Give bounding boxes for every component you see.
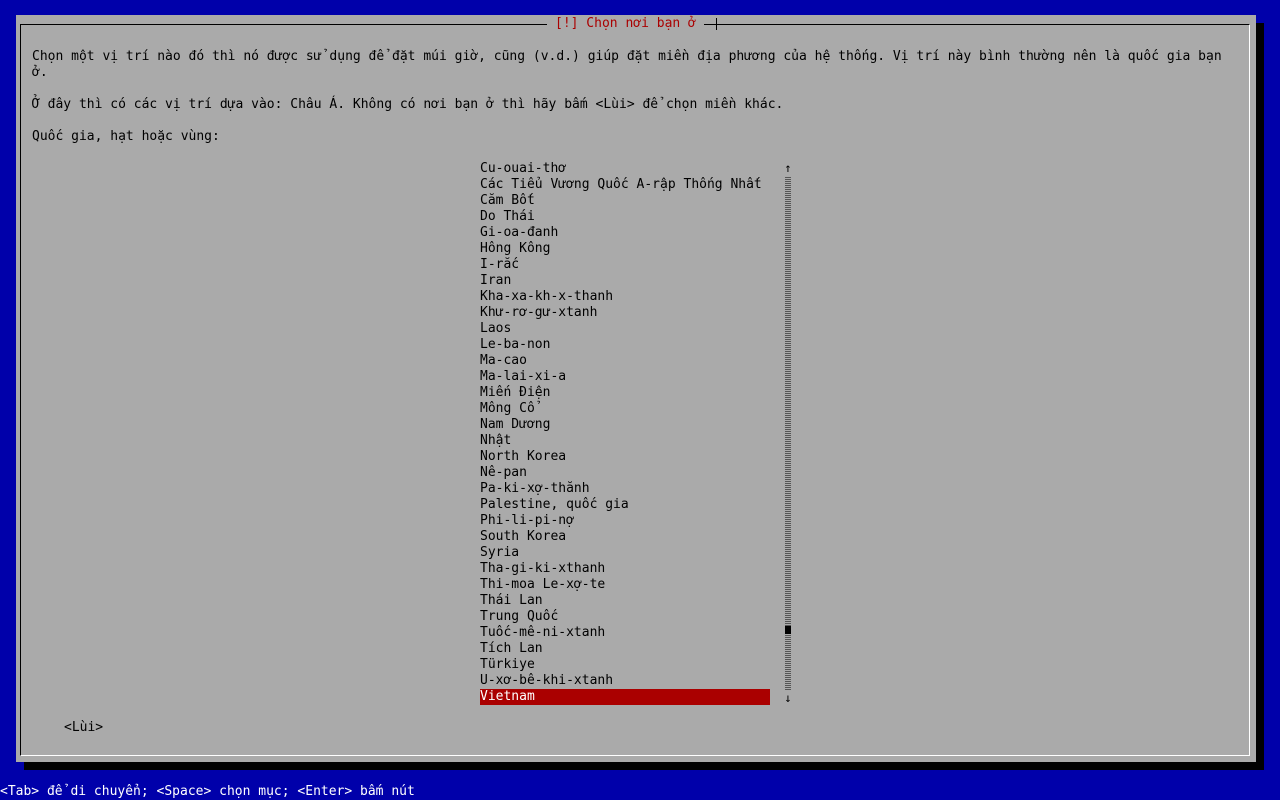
scroll-thumb[interactable] [785,626,791,635]
scroll-track[interactable] [785,176,791,690]
country-item[interactable]: Mông Cổ [480,401,770,417]
dialog-description: Chọn một vị trí nào đó thì nó được sử dụ… [32,49,1230,80]
country-item[interactable]: I-rắc [480,257,770,273]
country-item[interactable]: Gi-oa-đanh [480,225,770,241]
country-prompt: Quốc gia, hạt hoặc vùng: [32,129,220,144]
country-item[interactable]: Vietnam [480,689,770,705]
country-item[interactable]: Phi-li-pi-nợ [480,513,770,529]
country-item[interactable]: Thi-moa Le-xợ-te [480,577,770,593]
installer-screen: [!] Chọn nơi bạn ở Chọn một vị trí nào đ… [0,0,1280,800]
country-item[interactable]: Iran [480,273,770,289]
country-item[interactable]: Khư-rơ-gư-xtanh [480,305,770,321]
country-item[interactable]: Nam Dương [480,417,770,433]
country-item[interactable]: Miến Điện [480,385,770,401]
dialog-info: Ở đây thì có các vị trí dựa vào: Châu Á.… [32,97,784,112]
country-item[interactable]: Tha-gi-ki-xthanh [480,561,770,577]
country-item[interactable]: Pa-ki-xợ-thănh [480,481,770,497]
country-item[interactable]: U-xơ-bê-khi-xtanh [480,673,770,689]
country-item[interactable]: Tuốc-mê-ni-xtanh [480,625,770,641]
country-item[interactable]: Thái Lan [480,593,770,609]
country-item[interactable]: Palestine, quốc gia [480,497,770,513]
keyboard-help-footer: <Tab> để di chuyển; <Space> chọn mục; <E… [0,784,415,799]
country-item[interactable]: North Korea [480,449,770,465]
up-arrow-icon[interactable]: ↑ [784,161,792,175]
country-item[interactable]: Ma-cao [480,353,770,369]
country-item[interactable]: South Korea [480,529,770,545]
country-scrollbar[interactable]: ↑ ↓ [784,161,792,705]
country-item[interactable]: Le-ba-non [480,337,770,353]
country-item[interactable]: Tích Lan [480,641,770,657]
country-item[interactable]: Laos [480,321,770,337]
country-item[interactable]: Türkiye [480,657,770,673]
down-arrow-icon[interactable]: ↓ [784,691,792,705]
country-item[interactable]: Do Thái [480,209,770,225]
country-item[interactable]: Nhật [480,433,770,449]
country-item[interactable]: Cu-ouai-thơ [480,161,770,177]
country-item[interactable]: Syria [480,545,770,561]
title-right-tick [716,18,717,30]
country-item[interactable]: Kha-xa-kh-x-thanh [480,289,770,305]
country-item[interactable]: Trung Quốc [480,609,770,625]
dialog-title: [!] Chọn nơi bạn ở [547,16,704,32]
country-item[interactable]: Căm Bốt [480,193,770,209]
country-item[interactable]: Hông Kông [480,241,770,257]
country-item[interactable]: Nê-pan [480,465,770,481]
location-dialog: [!] Chọn nơi bạn ở Chọn một vị trí nào đ… [16,15,1256,762]
country-item[interactable]: Ma-lai-xi-a [480,369,770,385]
back-button[interactable]: <Lùi> [64,720,103,736]
country-list[interactable]: Cu-ouai-thơ Các Tiểu Vương Quốc A-rập Thố… [480,161,770,705]
country-item[interactable]: Các Tiểu Vương Quốc A-rập Thống Nhất [480,177,770,193]
